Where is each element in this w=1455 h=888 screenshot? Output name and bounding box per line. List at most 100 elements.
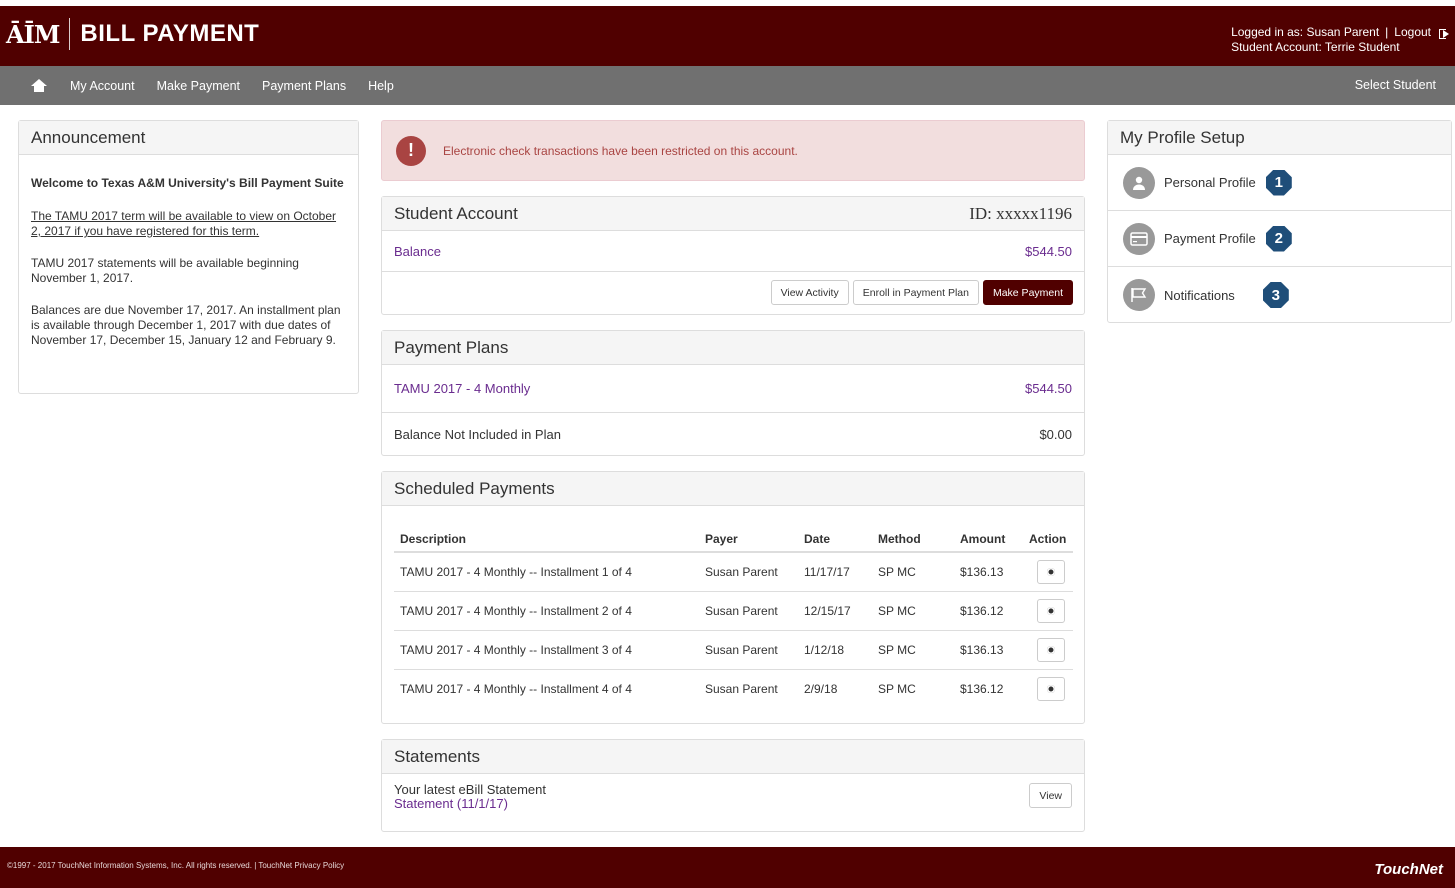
- user-icon: [1123, 166, 1155, 199]
- row-payer: Susan Parent: [699, 630, 798, 670]
- logo-mark: ĀĪM: [6, 19, 60, 49]
- top-header: ĀĪM BILL PAYMENT Logged in as: Susan Par…: [0, 0, 1455, 66]
- row-description: TAMU 2017 - 4 Monthly -- Installment 1 o…: [394, 552, 699, 592]
- row-method: SP MC: [872, 630, 954, 670]
- gear-icon: [1047, 684, 1055, 693]
- row-method: SP MC: [872, 591, 954, 631]
- row-date: 11/17/17: [798, 552, 872, 592]
- student-account-panel: Student Account ID: xxxxx1196 Balance $5…: [381, 196, 1085, 315]
- student-account-title: Student Account: [394, 203, 518, 223]
- select-student-link[interactable]: Select Student: [1355, 78, 1436, 92]
- scheduled-payments-table: Description Payer Date Method Amount Act…: [394, 526, 1073, 708]
- profile-item-personal[interactable]: Personal Profile 1: [1108, 155, 1451, 211]
- col-date: Date: [798, 526, 872, 553]
- statements-panel: Statements Your latest eBill Statement S…: [381, 739, 1085, 832]
- col-action: Action: [1023, 526, 1073, 553]
- row-method: SP MC: [878, 681, 916, 696]
- plan-amount: $544.50: [1025, 381, 1072, 396]
- table-row: TAMU 2017 - 4 Monthly -- Installment 3 o…: [394, 630, 1073, 670]
- row-action-button[interactable]: [1037, 559, 1065, 584]
- announcement-panel: Announcement Welcome to Texas A&M Univer…: [18, 120, 359, 394]
- row-description: TAMU 2017 - 4 Monthly -- Installment 2 o…: [394, 591, 699, 631]
- profile-item-label: Payment Profile: [1164, 231, 1256, 246]
- logged-in-label: Logged in as: Susan Parent: [1231, 25, 1380, 39]
- footer: ©1997 - 2017 TouchNet Information System…: [0, 847, 1455, 888]
- logout-icon[interactable]: [1439, 28, 1449, 39]
- row-amount: $136.13: [954, 630, 1023, 670]
- row-action-button[interactable]: [1037, 598, 1065, 623]
- col-method: Method: [872, 526, 954, 553]
- row-payer: Susan Parent: [699, 591, 798, 631]
- balance-link[interactable]: Balance: [394, 244, 441, 259]
- step-badge: 1: [1265, 169, 1292, 196]
- row-amount: $136.13: [954, 552, 1023, 592]
- not-included-amount: $0.00: [1039, 426, 1072, 442]
- profile-item-payment[interactable]: Payment Profile 2: [1108, 211, 1451, 267]
- home-icon[interactable]: [31, 78, 47, 93]
- statements-title: Statements: [394, 746, 480, 766]
- not-included-label: Balance Not Included in Plan: [394, 426, 561, 442]
- step-badge: 2: [1265, 225, 1292, 252]
- profile-item-label: Notifications: [1164, 287, 1235, 303]
- row-action-button[interactable]: [1037, 637, 1065, 662]
- nav-payment-plans[interactable]: Payment Plans: [262, 79, 346, 93]
- col-description: Description: [394, 526, 699, 553]
- tamu-logo[interactable]: ĀĪM BILL PAYMENT: [6, 18, 259, 50]
- logo-divider: [69, 18, 71, 50]
- table-row: TAMU 2017 - 4 Monthly -- Installment 4 o…: [394, 669, 1073, 708]
- profile-setup-title: My Profile Setup: [1120, 127, 1245, 147]
- row-date: 1/12/18: [798, 630, 872, 670]
- make-payment-button[interactable]: Make Payment: [982, 280, 1073, 305]
- statement-link[interactable]: Statement (11/1/17): [394, 797, 546, 811]
- profile-setup-panel: My Profile Setup Personal Profile 1 Paym…: [1107, 120, 1452, 323]
- gear-icon: [1047, 567, 1055, 576]
- table-row: TAMU 2017 - 4 Monthly -- Installment 1 o…: [394, 552, 1073, 592]
- header-separator: |: [1385, 25, 1389, 39]
- announcement-statements-text: TAMU 2017 statements will be available b…: [31, 256, 299, 285]
- nav-make-payment[interactable]: Make Payment: [157, 79, 240, 93]
- enroll-payment-plan-button[interactable]: Enroll in Payment Plan: [852, 280, 979, 305]
- row-action-button[interactable]: [1037, 676, 1065, 701]
- balance-value: $544.50: [1025, 243, 1072, 259]
- alert-message: Electronic check transactions have been …: [443, 143, 798, 158]
- announcement-title: Announcement: [31, 127, 146, 147]
- logout-link[interactable]: Logout: [1394, 25, 1431, 40]
- row-amount: $136.12: [960, 681, 1004, 696]
- alert-icon: !: [396, 135, 426, 166]
- step-badge: 3: [1262, 282, 1289, 308]
- latest-statement-label: Your latest eBill Statement: [394, 782, 546, 797]
- student-id: ID: xxxxx1196: [969, 203, 1072, 223]
- col-payer: Payer: [699, 526, 798, 553]
- nav-my-account[interactable]: My Account: [70, 79, 135, 93]
- row-amount: $136.12: [954, 591, 1023, 631]
- plan-name-link[interactable]: TAMU 2017 - 4 Monthly: [394, 381, 530, 396]
- announcement-balances-text: Balances are due November 17, 2017. An i…: [31, 303, 341, 347]
- payment-plans-panel: Payment Plans TAMU 2017 - 4 Monthly $544…: [381, 330, 1085, 456]
- touchnet-logo: TouchNet: [1374, 861, 1443, 878]
- profile-item-notifications[interactable]: Notifications 3: [1108, 267, 1451, 323]
- restriction-alert: ! Electronic check transactions have bee…: [381, 120, 1085, 181]
- gear-icon: [1047, 606, 1055, 615]
- app-title: BILL PAYMENT: [80, 20, 260, 47]
- credit-card-icon: [1123, 222, 1155, 255]
- announcement-welcome: Welcome to Texas A&M University's Bill P…: [31, 176, 344, 190]
- announcement-term-link[interactable]: The TAMU 2017 term will be available to …: [31, 209, 346, 239]
- scheduled-payments-title: Scheduled Payments: [394, 478, 555, 498]
- table-row: TAMU 2017 - 4 Monthly -- Installment 2 o…: [394, 591, 1073, 631]
- main-nav: My Account Make Payment Payment Plans He…: [0, 66, 1455, 105]
- view-activity-button[interactable]: View Activity: [770, 280, 849, 305]
- col-amount: Amount: [954, 526, 1023, 553]
- scheduled-payments-panel: Scheduled Payments Description Payer Dat…: [381, 471, 1085, 724]
- row-description: TAMU 2017 - 4 Monthly -- Installment 4 o…: [400, 681, 632, 696]
- user-info: Logged in as: Susan Parent | Logout Stud…: [1231, 25, 1449, 55]
- row-date: 2/9/18: [804, 681, 838, 696]
- view-statement-button[interactable]: View: [1029, 783, 1072, 808]
- copyright-text: ©1997 - 2017 TouchNet Information System…: [7, 861, 345, 870]
- row-date: 12/15/17: [798, 591, 872, 631]
- student-account-label: Student Account: Terrie Student: [1231, 40, 1400, 54]
- row-description: TAMU 2017 - 4 Monthly -- Installment 3 o…: [394, 630, 699, 670]
- nav-help[interactable]: Help: [368, 79, 394, 93]
- flag-icon: [1123, 279, 1155, 311]
- gear-icon: [1047, 645, 1055, 654]
- announcement-heading: Announcement: [19, 121, 358, 155]
